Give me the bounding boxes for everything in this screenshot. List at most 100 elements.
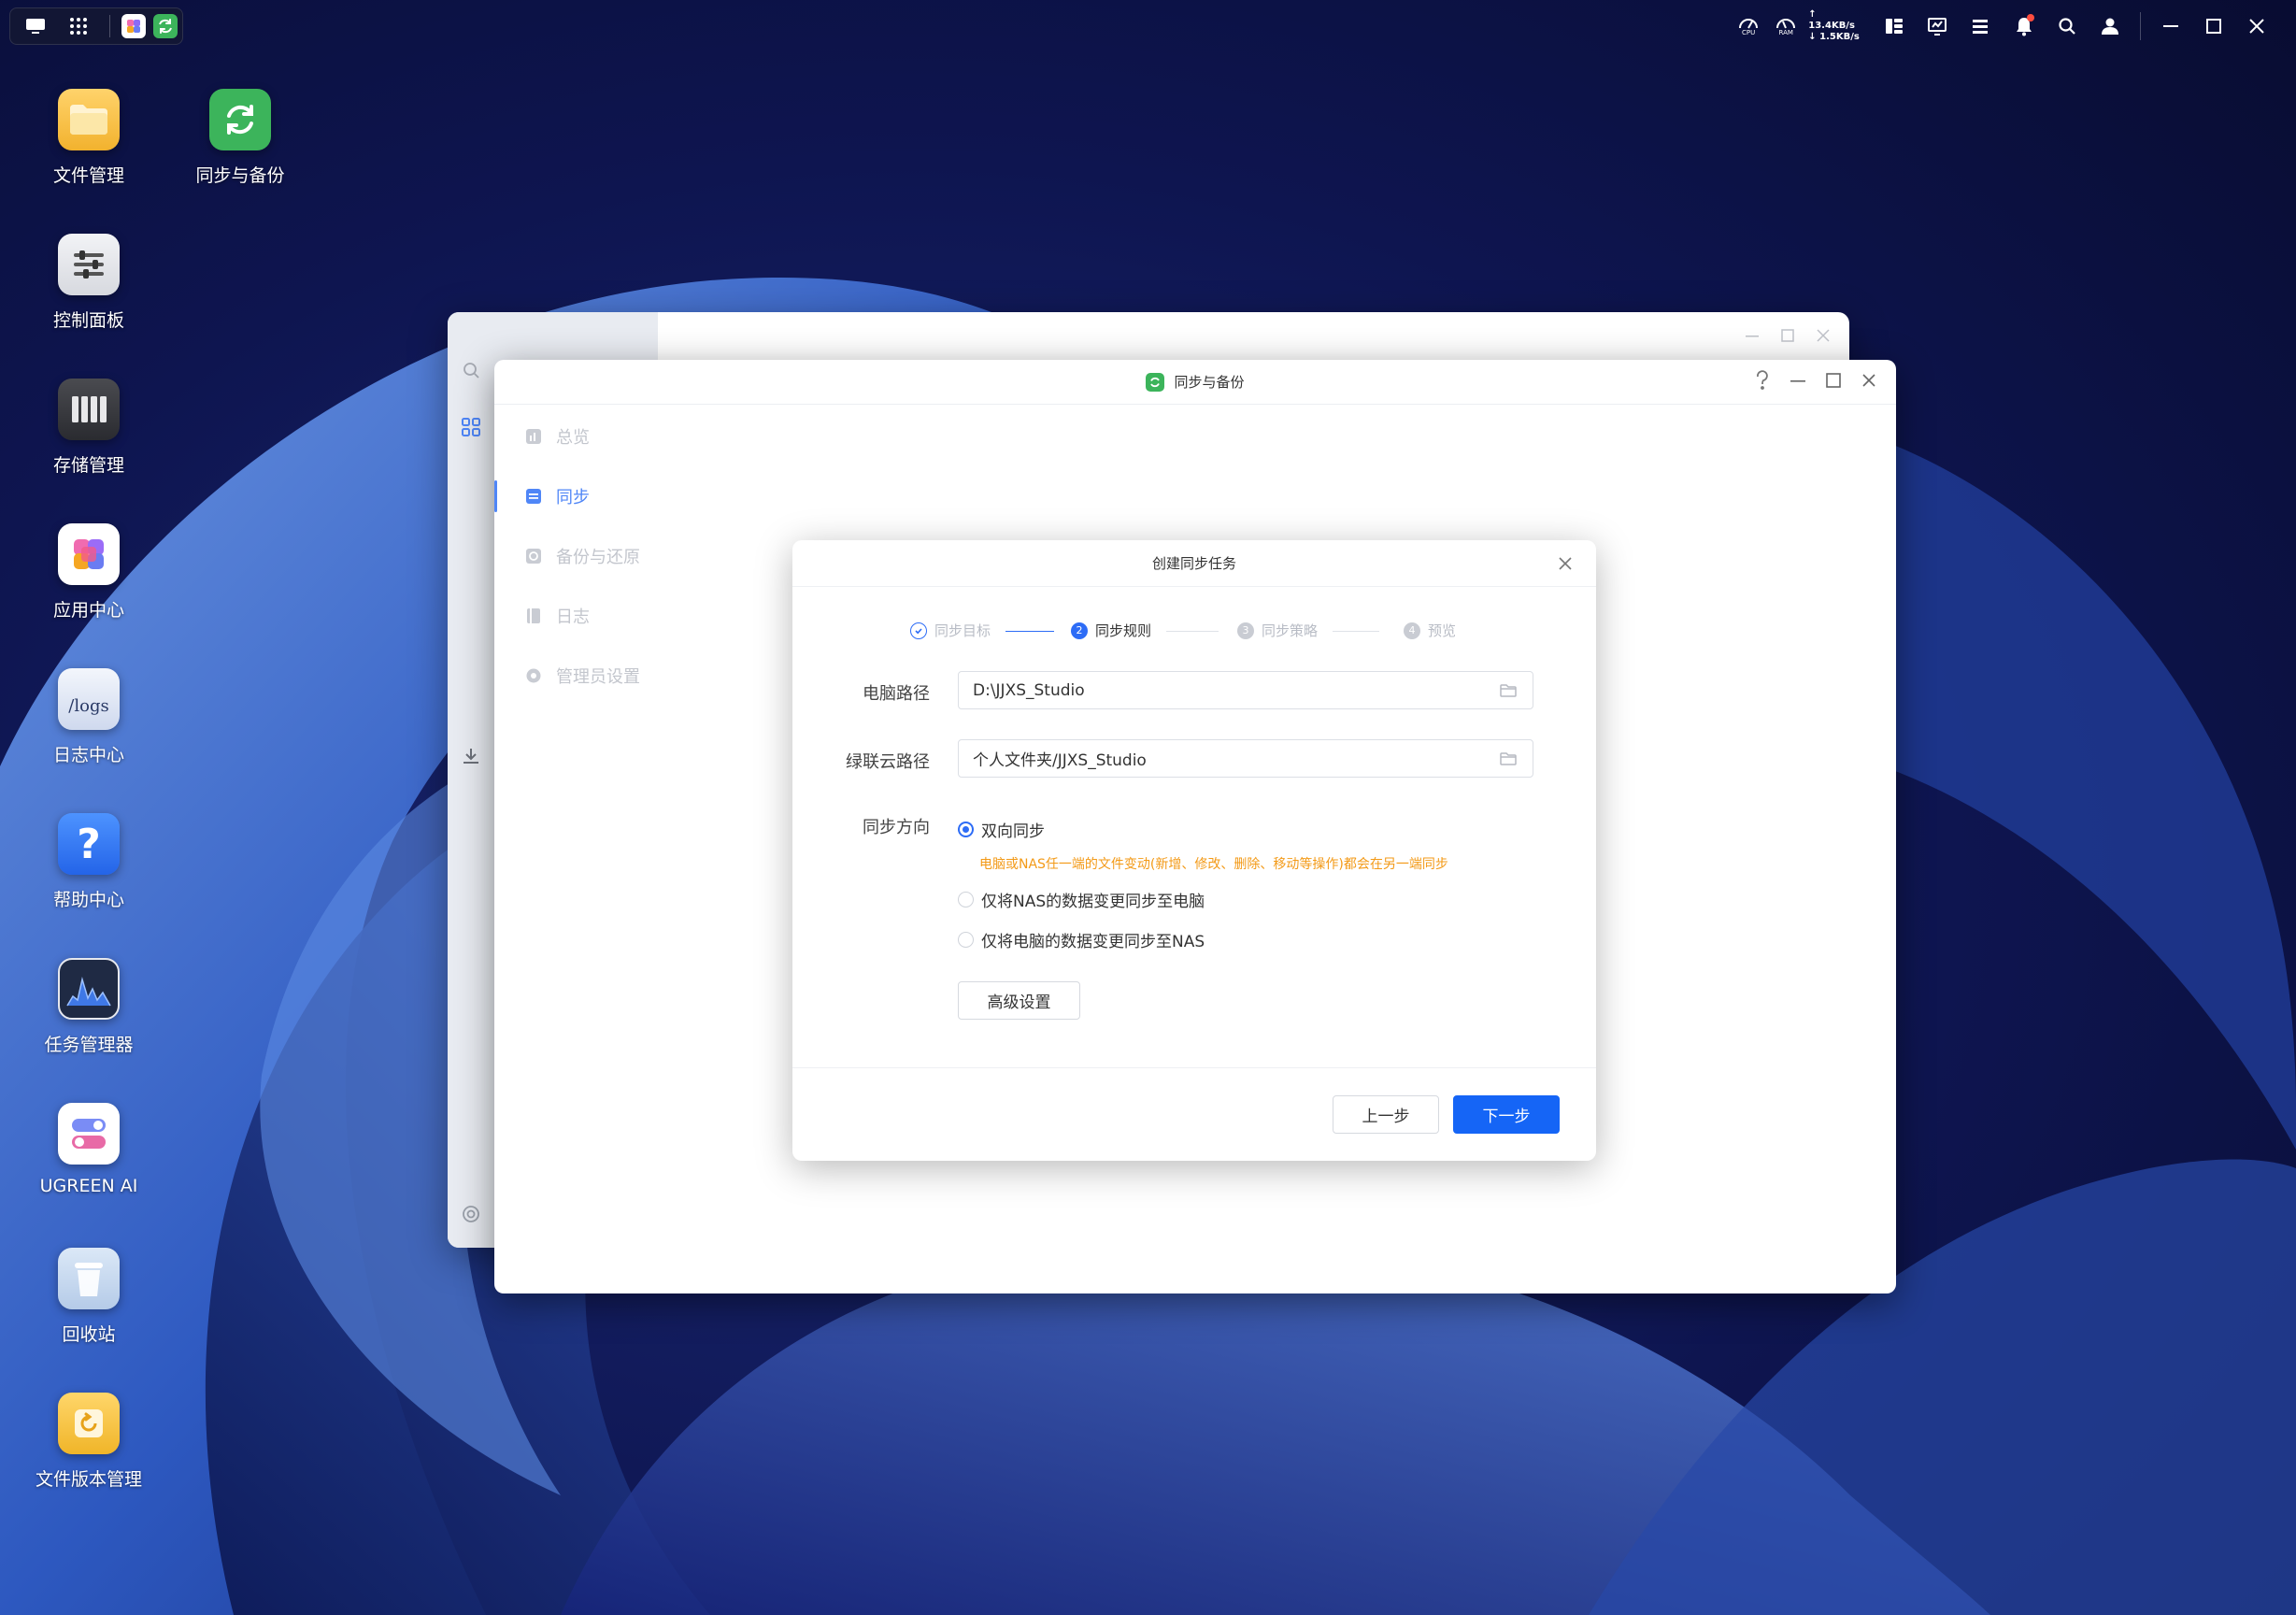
pc-path-label: 电脑路径	[863, 684, 930, 704]
bg-search-icon[interactable]	[448, 361, 494, 379]
background-window-controls	[1745, 325, 1831, 349]
window-controls	[1754, 369, 1877, 395]
nav-label: 日志	[556, 607, 590, 627]
taskbar-divider	[109, 15, 110, 37]
desktop-icon-storage[interactable]: 存储管理	[19, 379, 159, 477]
app-sidebar: 总览 同步 备份与还原 日志 管理员设置	[494, 405, 709, 1293]
stepper: 同步目标 2 同步规则 3 同步策略 4 预览	[792, 621, 1596, 643]
window-titlebar[interactable]: 同步与备份	[494, 360, 1896, 405]
window-maximize-icon[interactable]	[1825, 372, 1842, 393]
step-label: 预览	[1428, 622, 1457, 639]
desktop-icon-sync-backup[interactable]: 同步与备份	[170, 89, 310, 187]
step-connector	[1005, 631, 1054, 632]
two-way-sync-hint: 电脑或NAS任一端的文件变动(新增、修改、删除、移动等操作)都会在另一端同步	[979, 857, 1448, 872]
pc-path-input[interactable]: D:\JJXS_Studio	[958, 671, 1533, 709]
step-preview: 4 预览	[1404, 621, 1456, 640]
window-title: 同步与备份	[1174, 374, 1245, 391]
bg-minimize-icon[interactable]	[1745, 325, 1760, 349]
bg-maximize-icon[interactable]	[1780, 325, 1795, 349]
dialog-footer-divider	[792, 1067, 1596, 1068]
option-nas-to-pc[interactable]: 仅将NAS的数据变更同步至电脑	[958, 888, 1205, 911]
trash-icon	[58, 1248, 120, 1309]
option-label: 仅将电脑的数据变更同步至NAS	[981, 933, 1205, 951]
pc-path-value: D:\JJXS_Studio	[973, 680, 1085, 700]
desktop-icon-label: 日志中心	[52, 745, 124, 765]
desktop-icon-ugreen-ai[interactable]: UGREEN AI	[19, 1103, 159, 1196]
window-minimize-icon[interactable]	[1790, 372, 1806, 393]
pc-path-row: 电脑路径 D:\JJXS_Studio	[792, 671, 1596, 710]
desktop-icon-help[interactable]: ? 帮助中心	[19, 813, 159, 911]
cloud-path-input[interactable]: 个人文件夹/JJXS_Studio	[958, 739, 1533, 778]
monitor-icon[interactable]	[1924, 12, 1950, 40]
bg-close-icon[interactable]	[1816, 325, 1831, 349]
app-grid-icon[interactable]	[66, 14, 91, 38]
next-step-button[interactable]: 下一步	[1453, 1095, 1560, 1134]
notification-bell-icon[interactable]	[2011, 12, 2037, 40]
desktop-icon-logs[interactable]: /logs 日志中心	[19, 668, 159, 766]
desktop-icon-label: 任务管理器	[44, 1035, 134, 1055]
nav-label: 同步	[556, 488, 590, 507]
desktop-icon-label: UGREEN AI	[39, 1176, 138, 1196]
radio-unselected-icon[interactable]	[958, 892, 974, 908]
desktop-icon-control-panel[interactable]: 控制面板	[19, 234, 159, 332]
help-question-icon[interactable]	[1754, 370, 1771, 394]
step-sync-target: 同步目标	[910, 621, 991, 640]
nav-label: 备份与还原	[556, 548, 640, 567]
cloud-path-label: 绿联云路径	[846, 752, 930, 772]
desktop-icon-app-center[interactable]: 应用中心	[19, 523, 159, 622]
desktop-icon-file-manager[interactable]: 文件管理	[19, 89, 159, 187]
ram-gauge-icon[interactable]: RAM	[1773, 12, 1799, 40]
bg-download-icon[interactable]	[448, 746, 494, 766]
system-tray: CPU RAM ↑ 13.4KB/s ↓ 1.5KB/s	[1735, 0, 2296, 52]
task-list-icon[interactable]	[1967, 12, 1993, 40]
option-two-way-sync[interactable]: 双向同步	[958, 818, 1045, 841]
nav-item-backup-restore[interactable]: 备份与还原	[494, 531, 709, 581]
nav-item-admin-settings[interactable]: 管理员设置	[494, 650, 709, 701]
tray-divider	[2139, 12, 2141, 40]
radio-selected-icon[interactable]	[958, 822, 974, 837]
network-speed[interactable]: ↑ 13.4KB/s ↓ 1.5KB/s	[1808, 9, 1864, 43]
desktop-icon-file-version[interactable]: 文件版本管理	[19, 1393, 159, 1491]
gear-icon	[524, 666, 543, 685]
desktop-icon-task-manager[interactable]: 任务管理器	[19, 958, 159, 1056]
maximize-icon[interactable]	[2201, 12, 2227, 40]
step-number-2: 2	[1071, 622, 1088, 639]
window-close-icon[interactable]	[1861, 372, 1877, 393]
radio-unselected-icon[interactable]	[958, 932, 974, 948]
bg-settings-icon[interactable]	[448, 1204, 494, 1224]
desktop-icon-recycle-bin[interactable]: 回收站	[19, 1248, 159, 1346]
user-icon[interactable]	[2097, 12, 2123, 40]
previous-step-button[interactable]: 上一步	[1333, 1095, 1439, 1134]
search-icon[interactable]	[2054, 12, 2080, 40]
nav-item-sync[interactable]: 同步	[494, 471, 709, 522]
backup-icon	[524, 547, 543, 565]
folder-browse-icon[interactable]	[1499, 681, 1518, 700]
dialog-close-icon[interactable]	[1555, 553, 1576, 574]
cloud-path-value: 个人文件夹/JJXS_Studio	[973, 751, 1147, 770]
download-speed: ↓ 1.5KB/s	[1808, 32, 1860, 42]
taskbar-app-center-icon[interactable]	[121, 14, 146, 38]
desktop-icon-label: 控制面板	[52, 310, 124, 331]
widgets-icon[interactable]	[1881, 12, 1907, 40]
desktop-icon-label: 存储管理	[52, 455, 124, 476]
desktop-icon-label: 文件管理	[52, 165, 124, 186]
logs-icon: /logs	[58, 668, 120, 730]
nav-item-log[interactable]: 日志	[494, 591, 709, 641]
cpu-gauge-icon[interactable]: CPU	[1735, 12, 1761, 40]
desktop-icon-label: 文件版本管理	[35, 1469, 142, 1490]
taskbar-sync-icon[interactable]	[153, 14, 178, 38]
advanced-settings-button[interactable]: 高级设置	[958, 981, 1080, 1020]
show-desktop-icon[interactable]	[23, 14, 48, 38]
minimize-all-icon[interactable]	[2158, 12, 2184, 40]
step-label: 同步目标	[934, 622, 991, 639]
bg-grid-icon[interactable]	[448, 417, 494, 437]
close-icon[interactable]	[2244, 12, 2270, 40]
option-pc-to-nas[interactable]: 仅将电脑的数据变更同步至NAS	[958, 928, 1205, 951]
step-number-3: 3	[1237, 622, 1254, 639]
create-sync-task-dialog[interactable]: 创建同步任务 同步目标 2 同步规则 3 同步策略 4 预览 电脑路径 D:\J…	[792, 540, 1596, 1161]
step-check-icon	[910, 622, 927, 639]
folder-browse-icon[interactable]	[1499, 750, 1518, 768]
nav-item-overview[interactable]: 总览	[494, 411, 709, 462]
desktop-icon-label: 应用中心	[52, 600, 124, 621]
cpu-label: CPU	[1742, 29, 1756, 36]
